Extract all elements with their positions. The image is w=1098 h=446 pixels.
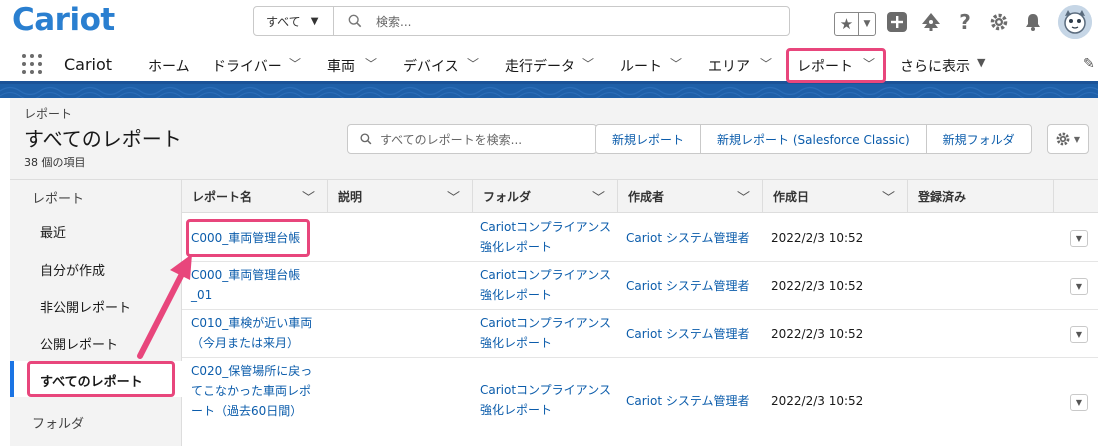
column-header-created-date[interactable]: 作成日 ﹀ [763, 180, 908, 213]
global-search-input[interactable]: 検索... [376, 13, 411, 30]
app-name: Cariot [64, 55, 113, 74]
folder-link[interactable]: Cariotコンプライアンス強化レポート [480, 265, 612, 305]
column-header-description[interactable]: 説明 ﹀ [328, 180, 473, 213]
caret-down-icon: ▼ [310, 15, 319, 27]
app-launcher-icon[interactable] [22, 54, 42, 74]
search-scope-label: すべて [266, 14, 301, 29]
row-actions-caret-down-icon[interactable]: ▼ [1070, 278, 1088, 295]
chevron-down-icon[interactable]: ﹀ [882, 187, 895, 206]
caret-down-icon: ▼ [1073, 134, 1081, 144]
nav-item-vehicles[interactable]: 車両 [327, 56, 355, 76]
nav-routes-chevron-down-icon[interactable]: ﹀ [670, 55, 682, 72]
nav-item-drive-data[interactable]: 走行データ [505, 56, 575, 76]
nav-drivers-chevron-down-icon[interactable]: ﹀ [289, 55, 301, 72]
global-search: すべて ▼ 検索... [253, 6, 790, 36]
report-search-input[interactable]: すべてのレポートを検索... [347, 124, 597, 154]
table-row: C010_車検が近い車両（今月または来月） Cariotコンプライアンス強化レポ… [182, 310, 1098, 358]
created-date: 2022/2/3 10:52 [771, 279, 864, 293]
creator-link[interactable]: Cariot システム管理者 [626, 324, 761, 344]
row-actions-caret-down-icon[interactable]: ▼ [1070, 394, 1088, 411]
nav-more-caret-down-icon[interactable]: ▼ [977, 56, 985, 69]
nav-more[interactable]: さらに表示 [900, 56, 970, 76]
table-row: C000_車両管理台帳_01 Cariotコンプライアンス強化レポート Cari… [182, 262, 1098, 310]
creator-link[interactable]: Cariot システム管理者 [626, 228, 761, 248]
user-avatar[interactable] [1058, 5, 1092, 39]
row-actions-caret-down-icon[interactable]: ▼ [1070, 326, 1088, 343]
chevron-down-icon[interactable]: ﹀ [737, 187, 750, 206]
search-icon [348, 14, 362, 28]
created-date: 2022/2/3 10:52 [771, 327, 864, 341]
global-actions-icon[interactable] [884, 8, 910, 36]
report-name-link[interactable]: C020_保管場所に戻ってこなかった車両レポート（過去60日間） [191, 361, 321, 421]
column-header-subscribed[interactable]: 登録済み [908, 180, 1054, 213]
chevron-down-icon[interactable]: ﹀ [447, 187, 460, 206]
nav-vehicles-chevron-down-icon[interactable]: ﹀ [365, 55, 377, 72]
column-header-report-name[interactable]: レポート名 ﹀ [182, 180, 328, 213]
decorative-band [0, 84, 1098, 98]
folder-link[interactable]: Cariotコンプライアンス強化レポート [480, 217, 612, 257]
favorites-button[interactable]: ★ ▼ [834, 12, 876, 36]
global-header: Cariot すべて ▼ 検索... ★ ▼ ? [0, 0, 1098, 46]
creator-link[interactable]: Cariot システム管理者 [626, 391, 761, 411]
star-icon: ★ [835, 13, 859, 35]
notifications-bell-icon[interactable] [1020, 8, 1046, 36]
page-title: すべてのレポート [24, 127, 182, 151]
row-actions-caret-down-icon[interactable]: ▼ [1070, 230, 1088, 247]
column-header-folder[interactable]: フォルダ ﹀ [473, 180, 618, 213]
app-nav-bar: Cariot ホーム ドライバー ﹀ 車両 ﹀ デバイス ﹀ 走行データ ﹀ ル… [0, 46, 1098, 84]
table-row: C000_車両管理台帳 Cariotコンプライアンス強化レポート Cariot … [182, 214, 1098, 262]
sidebar-highlight-box [27, 361, 175, 397]
folder-link[interactable]: Cariotコンプライアンス強化レポート [480, 380, 612, 420]
nav-item-routes[interactable]: ルート [620, 56, 662, 76]
nav-devices-chevron-down-icon[interactable]: ﹀ [467, 55, 479, 72]
edit-nav-pencil-icon[interactable]: ✎ [1083, 56, 1095, 72]
sidebar-item-recent[interactable]: 最近 [40, 222, 66, 241]
chevron-down-icon[interactable]: ﹀ [592, 187, 605, 206]
report-search-placeholder: すべてのレポートを検索... [380, 132, 523, 147]
created-date: 2022/2/3 10:52 [771, 394, 864, 408]
cariot-logo[interactable]: Cariot [12, 2, 115, 38]
sidebar-section-reports: レポート [32, 192, 85, 207]
report-name-link[interactable]: C010_車検が近い車両（今月または来月） [191, 313, 329, 353]
nav-item-drivers[interactable]: ドライバー [212, 56, 282, 76]
column-header-actions [1054, 180, 1098, 213]
new-folder-button[interactable]: 新規フォルダ [925, 124, 1032, 154]
nav-item-home[interactable]: ホーム [148, 56, 190, 76]
created-date: 2022/2/3 10:52 [771, 231, 864, 245]
header-utility-icons: ★ ▼ ? [834, 5, 1092, 39]
item-count: 38 個の項目 [24, 156, 86, 169]
header-button-group: 新規レポート 新規レポート (Salesforce Classic) 新規フォル… [595, 124, 1032, 154]
creator-link[interactable]: Cariot システム管理者 [626, 276, 761, 296]
nav-areas-chevron-down-icon[interactable]: ﹀ [760, 55, 772, 72]
sidebar-item-public-reports[interactable]: 公開レポート [40, 334, 118, 353]
nav-item-devices[interactable]: デバイス [403, 56, 459, 76]
sidebar-section-folders[interactable]: フォルダ [32, 413, 84, 432]
nav-item-areas[interactable]: エリア [708, 56, 750, 76]
nav-drive-data-chevron-down-icon[interactable]: ﹀ [582, 55, 594, 72]
folder-link[interactable]: Cariotコンプライアンス強化レポート [480, 313, 612, 353]
sidebar-item-private-reports[interactable]: 非公開レポート [40, 297, 131, 316]
object-label: レポート [24, 107, 73, 121]
chevron-down-icon[interactable]: ﹀ [302, 187, 315, 206]
table-row: C020_保管場所に戻ってこなかった車両レポート（過去60日間） Cariotコ… [182, 358, 1098, 446]
setup-gear-icon[interactable] [986, 8, 1012, 36]
column-header-created-by[interactable]: 作成者 ﹀ [618, 180, 763, 213]
sidebar-item-created-by-me[interactable]: 自分が作成 [40, 260, 105, 279]
report-name-link[interactable]: C000_車両管理台帳_01 [191, 265, 319, 305]
report-sidebar: レポート 最近 自分が作成 非公開レポート 公開レポート すべてのレポート フォ… [10, 180, 182, 446]
row-highlight-box [186, 219, 310, 257]
search-scope-select[interactable]: すべて ▼ [254, 7, 334, 35]
list-view-header: レポート すべてのレポート 38 個の項目 すべてのレポートを検索... 新規レ… [10, 98, 1098, 180]
help-icon[interactable]: ? [952, 8, 978, 36]
new-report-button[interactable]: 新規レポート [595, 124, 702, 154]
search-icon [360, 133, 372, 145]
gear-icon [1056, 132, 1070, 146]
reports-table: レポート名 ﹀ 説明 ﹀ フォルダ ﹀ 作成者 ﹀ 作成日 ﹀ 登録済み C000_車両管… [182, 180, 1098, 446]
nav-reports-highlight-box [786, 48, 886, 83]
list-settings-button[interactable]: ▼ [1047, 124, 1089, 154]
chevron-down-icon[interactable]: ▼ [859, 13, 875, 35]
trailhead-icon[interactable] [918, 8, 944, 36]
new-report-classic-button[interactable]: 新規レポート (Salesforce Classic) [700, 124, 927, 154]
